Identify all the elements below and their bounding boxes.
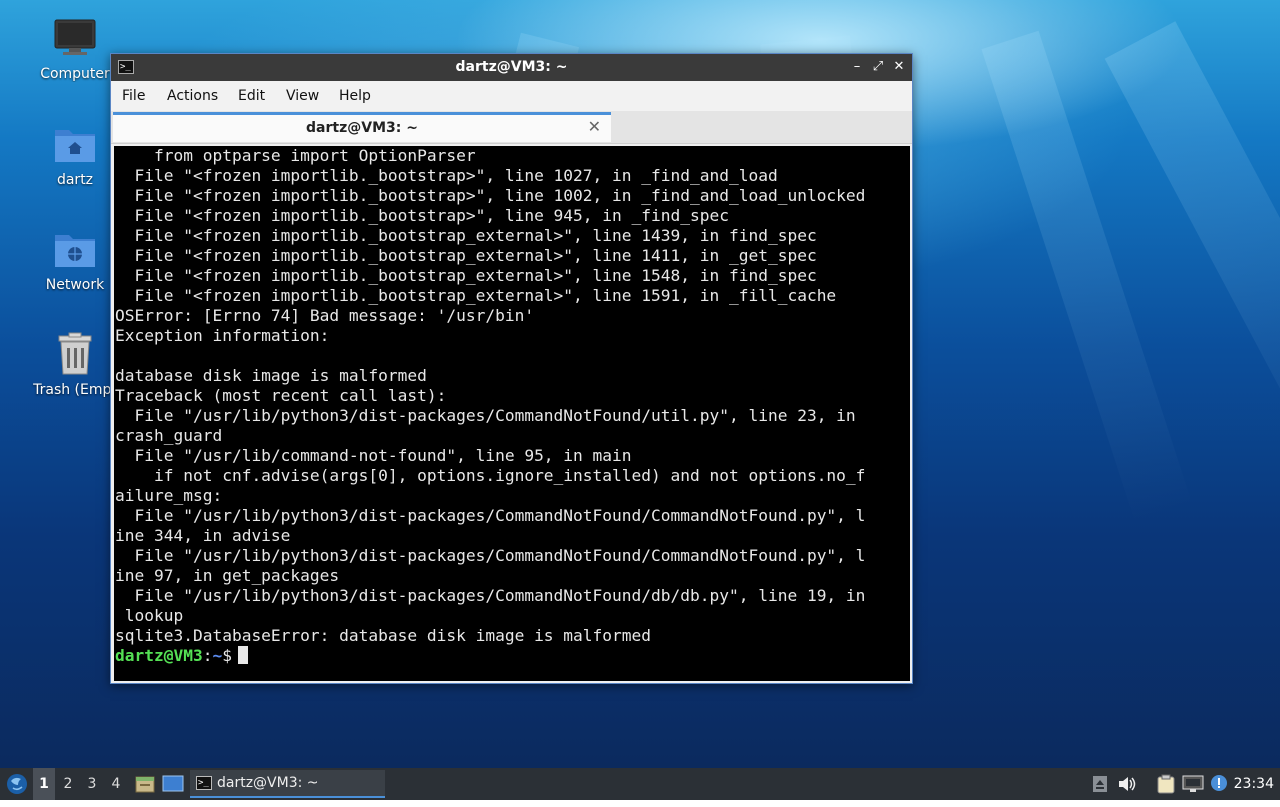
file-manager-launcher[interactable] — [134, 768, 156, 800]
terminal-line: File "/usr/lib/command-not-found", line … — [115, 446, 632, 465]
computer-icon — [53, 16, 97, 60]
tray-eject-icon[interactable] — [1090, 768, 1110, 800]
terminal-line: File "<frozen importlib._bootstrap>", li… — [115, 186, 866, 205]
lubuntu-logo-icon — [7, 774, 27, 794]
menu-actions[interactable]: Actions — [167, 88, 218, 104]
terminal-line: Traceback (most recent call last): — [115, 386, 447, 405]
terminal-line: File "<frozen importlib._bootstrap_exter… — [115, 226, 817, 245]
terminal-cursor — [237, 646, 248, 664]
terminal-line: File "<frozen importlib._bootstrap>", li… — [115, 206, 729, 225]
volume-icon[interactable] — [1116, 768, 1138, 800]
prompt-path: ~ — [212, 646, 223, 665]
terminal-line: database disk image is malformed — [115, 366, 427, 385]
terminal-prompt-line: dartz@VM3:~$ — [115, 646, 910, 666]
desktop-icon-label: Computer — [40, 66, 110, 82]
terminal-line: File "/usr/lib/python3/dist-packages/Com… — [115, 546, 866, 565]
terminal-line: File "/usr/lib/python3/dist-packages/Com… — [115, 506, 866, 525]
terminal-line: ailure_msg: — [115, 486, 223, 505]
task-label: dartz@VM3: ~ — [217, 775, 319, 791]
terminal-line: lookup — [115, 606, 184, 625]
desktop-icon-computer[interactable]: Computer — [27, 16, 123, 82]
workspace-3[interactable]: 3 — [81, 768, 103, 800]
terminal-line: File "<frozen importlib._bootstrap_exter… — [115, 266, 817, 285]
terminal-line: File "/usr/lib/python3/dist-packages/Com… — [115, 406, 856, 425]
close-button[interactable]: ✕ — [890, 58, 908, 76]
show-desktop-button[interactable] — [161, 768, 185, 800]
terminal-line: File "/usr/lib/python3/dist-packages/Com… — [115, 586, 866, 605]
terminal-line: Exception information: — [115, 326, 330, 345]
menu-help[interactable]: Help — [339, 88, 371, 104]
menu-edit[interactable]: Edit — [238, 88, 265, 104]
clock[interactable]: 23:34 — [1234, 768, 1274, 800]
window-titlebar[interactable]: >_ dartz@VM3: ~ – ⤢ ✕ — [111, 54, 912, 81]
maximize-button[interactable]: ⤢ — [869, 58, 887, 76]
network-folder-icon — [53, 227, 97, 271]
taskbar: 1 2 3 4 >_ dartz@VM3: ~ 23:34 — [0, 768, 1280, 800]
terminal-lines: from optparse import OptionParser File "… — [115, 146, 910, 646]
terminal-task-icon: >_ — [196, 776, 212, 790]
minimize-button[interactable]: – — [848, 58, 866, 76]
menu-view[interactable]: View — [286, 88, 319, 104]
desktop-icon-label: dartz — [56, 172, 94, 188]
prompt-separator: : — [202, 646, 213, 665]
network-status-icon[interactable] — [1181, 768, 1205, 800]
terminal-line: File "<frozen importlib._bootstrap>", li… — [115, 166, 778, 185]
tab-bar: dartz@VM3: ~ ✕ — [111, 111, 912, 144]
terminal-line: sqlite3.DatabaseError: database disk ima… — [115, 626, 652, 645]
taskbar-task-terminal[interactable]: >_ dartz@VM3: ~ — [190, 770, 385, 798]
tab-close-icon[interactable]: ✕ — [588, 117, 601, 136]
terminal-output[interactable]: from optparse import OptionParser File "… — [114, 146, 910, 681]
workspace-1[interactable]: 1 — [33, 768, 55, 800]
desktop-icon-label: Network — [45, 277, 105, 293]
terminal-line: if not cnf.advise(args[0], options.ignor… — [115, 466, 866, 485]
desktop-icon-label: Trash (Empt — [33, 382, 117, 398]
prompt-symbol: $ — [222, 646, 232, 665]
desktop-icon-trash[interactable]: Trash (Empt — [27, 332, 123, 398]
terminal-line: ine 344, in advise — [115, 526, 291, 545]
terminal-line: ine 97, in get_packages — [115, 566, 340, 585]
menu-file[interactable]: File — [122, 88, 145, 104]
menu-bar: File Actions Edit View Help — [111, 81, 912, 111]
workspace-4[interactable]: 4 — [105, 768, 127, 800]
trash-icon — [53, 332, 97, 376]
tab-label: dartz@VM3: ~ — [306, 120, 418, 136]
prompt-user-host: dartz@VM3 — [115, 646, 203, 665]
terminal-window: >_ dartz@VM3: ~ – ⤢ ✕ File Actions Edit … — [110, 53, 913, 684]
desktop-icon-network[interactable]: Network — [27, 227, 123, 293]
file-manager-icon — [135, 776, 155, 793]
desktop-icon-home[interactable]: dartz — [27, 122, 123, 188]
clipboard-icon[interactable] — [1155, 768, 1177, 800]
workspace-2[interactable]: 2 — [57, 768, 79, 800]
window-title: dartz@VM3: ~ — [455, 59, 568, 75]
start-menu-button[interactable] — [4, 768, 30, 800]
updates-notification-icon[interactable] — [1208, 768, 1230, 800]
tab-terminal[interactable]: dartz@VM3: ~ ✕ — [113, 112, 611, 142]
terminal-line: File "<frozen importlib._bootstrap_exter… — [115, 246, 817, 265]
desktop-icon — [162, 775, 184, 792]
terminal-line: from optparse import OptionParser — [115, 146, 476, 165]
terminal-line: crash_guard — [115, 426, 223, 445]
home-folder-icon — [53, 122, 97, 166]
terminal-line: OSError: [Errno 74] Bad message: '/usr/b… — [115, 306, 535, 325]
terminal-line: File "<frozen importlib._bootstrap_exter… — [115, 286, 837, 305]
